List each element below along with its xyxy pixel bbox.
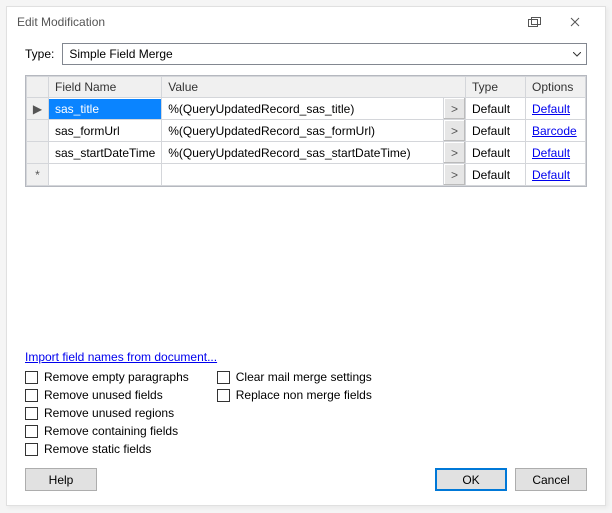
col-options[interactable]: Options <box>526 77 586 98</box>
table-row[interactable]: sas_formUrl%(QueryUpdatedRecord_sas_form… <box>27 120 586 142</box>
grid-corner <box>27 77 49 98</box>
chevron-down-icon <box>568 44 586 64</box>
value-picker-button[interactable]: > <box>443 120 465 141</box>
type-row: Type: Simple Field Merge <box>7 37 605 75</box>
value-cell[interactable]: %(QueryUpdatedRecord_sas_title)> <box>162 98 466 120</box>
maximize-icon[interactable] <box>515 7 555 37</box>
options-cell[interactable]: Default <box>526 164 586 186</box>
import-link[interactable]: Import field names from document... <box>25 350 217 364</box>
type-cell[interactable]: Default <box>466 98 526 120</box>
checkbox-icon[interactable] <box>25 389 38 402</box>
options-cell[interactable]: Barcode <box>526 120 586 142</box>
value-text[interactable]: %(QueryUpdatedRecord_sas_startDateTime) <box>162 143 443 163</box>
checkbox-col2-1[interactable]: Replace non merge fields <box>217 388 372 402</box>
checkbox-icon[interactable] <box>25 425 38 438</box>
close-icon[interactable] <box>555 7 595 37</box>
options-link[interactable]: Default <box>532 146 570 160</box>
value-picker-button[interactable]: > <box>443 164 465 185</box>
ok-button[interactable]: OK <box>435 468 507 491</box>
options-area: Import field names from document... Remo… <box>7 342 605 468</box>
row-selector[interactable]: * <box>27 164 49 186</box>
type-cell[interactable]: Default <box>466 142 526 164</box>
row-selector[interactable] <box>27 142 49 164</box>
type-select[interactable]: Simple Field Merge <box>62 43 587 65</box>
options-cell[interactable]: Default <box>526 98 586 120</box>
options-link[interactable]: Default <box>532 168 570 182</box>
options-link[interactable]: Default <box>532 102 570 116</box>
type-select-value: Simple Field Merge <box>69 47 172 61</box>
checkbox-icon[interactable] <box>217 389 230 402</box>
help-button[interactable]: Help <box>25 468 97 491</box>
window-title: Edit Modification <box>17 15 105 29</box>
row-selector[interactable] <box>27 120 49 142</box>
value-cell[interactable]: %(QueryUpdatedRecord_sas_formUrl)> <box>162 120 466 142</box>
field-name-cell[interactable]: sas_title <box>49 98 162 120</box>
edit-modification-dialog: Edit Modification Type: Simple Field Mer… <box>6 6 606 506</box>
value-picker-button[interactable]: > <box>443 98 465 119</box>
field-name-cell[interactable]: sas_formUrl <box>49 120 162 142</box>
cancel-button[interactable]: Cancel <box>515 468 587 491</box>
value-picker-button[interactable]: > <box>443 142 465 163</box>
table-row[interactable]: sas_startDateTime%(QueryUpdatedRecord_sa… <box>27 142 586 164</box>
checkbox-label: Remove unused fields <box>44 388 163 402</box>
checkbox-label: Replace non merge fields <box>236 388 372 402</box>
checkbox-col1-3[interactable]: Remove containing fields <box>25 424 189 438</box>
table-row[interactable]: ▶sas_title%(QueryUpdatedRecord_sas_title… <box>27 98 586 120</box>
checkbox-label: Remove unused regions <box>44 406 174 420</box>
checkbox-icon[interactable] <box>25 407 38 420</box>
value-text[interactable]: %(QueryUpdatedRecord_sas_formUrl) <box>162 121 443 141</box>
type-label: Type: <box>25 47 54 61</box>
checkbox-col2-0[interactable]: Clear mail merge settings <box>217 370 372 384</box>
checkbox-col1-0[interactable]: Remove empty paragraphs <box>25 370 189 384</box>
row-selector[interactable]: ▶ <box>27 98 49 120</box>
col-type[interactable]: Type <box>466 77 526 98</box>
col-value[interactable]: Value <box>162 77 466 98</box>
col-field-name[interactable]: Field Name <box>49 77 162 98</box>
value-text[interactable]: %(QueryUpdatedRecord_sas_title) <box>162 99 443 119</box>
checkbox-icon[interactable] <box>217 371 230 384</box>
table-row[interactable]: *>DefaultDefault <box>27 164 586 186</box>
checkbox-col1-1[interactable]: Remove unused fields <box>25 388 189 402</box>
button-row: Help OK Cancel <box>7 468 605 505</box>
checkbox-col1-2[interactable]: Remove unused regions <box>25 406 189 420</box>
options-cell[interactable]: Default <box>526 142 586 164</box>
value-cell[interactable]: %(QueryUpdatedRecord_sas_startDateTime)> <box>162 142 466 164</box>
checkbox-label: Remove empty paragraphs <box>44 370 189 384</box>
options-link[interactable]: Barcode <box>532 124 577 138</box>
titlebar: Edit Modification <box>7 7 605 37</box>
checkbox-label: Remove containing fields <box>44 424 178 438</box>
field-name-cell[interactable] <box>49 164 162 186</box>
checkbox-icon[interactable] <box>25 443 38 456</box>
checkbox-label: Clear mail merge settings <box>236 370 372 384</box>
field-grid[interactable]: Field Name Value Type Options ▶sas_title… <box>25 75 587 187</box>
type-cell[interactable]: Default <box>466 120 526 142</box>
value-cell[interactable]: > <box>162 164 466 186</box>
checkbox-icon[interactable] <box>25 371 38 384</box>
value-text[interactable] <box>162 172 443 178</box>
checkbox-col1-4[interactable]: Remove static fields <box>25 442 189 456</box>
checkbox-label: Remove static fields <box>44 442 151 456</box>
type-cell[interactable]: Default <box>466 164 526 186</box>
field-name-cell[interactable]: sas_startDateTime <box>49 142 162 164</box>
